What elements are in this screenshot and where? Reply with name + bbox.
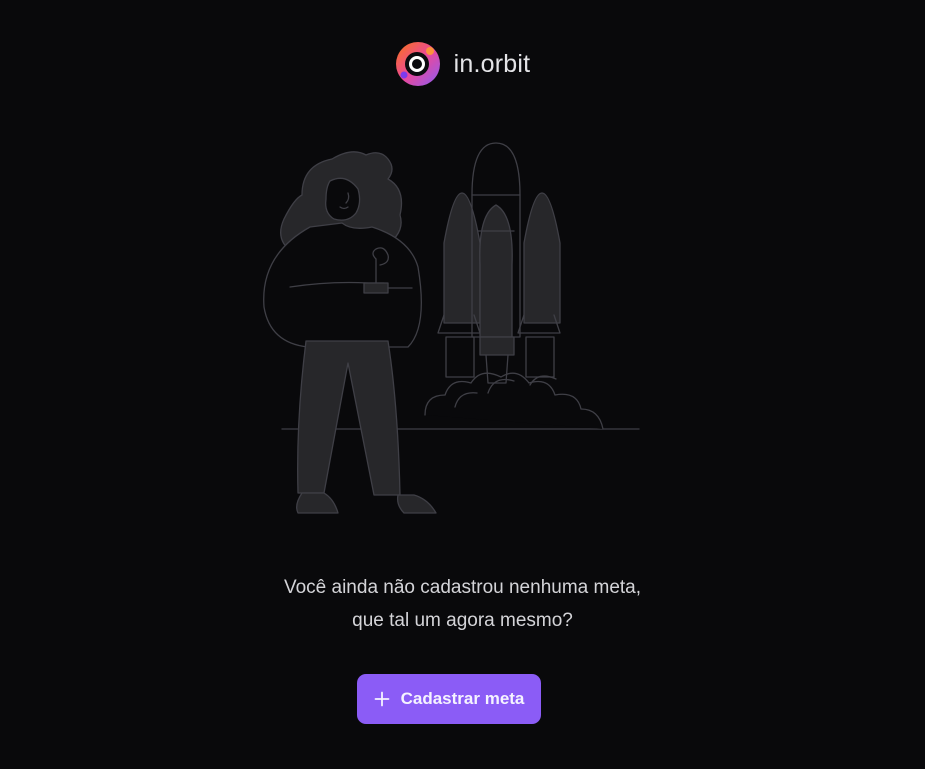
orbit-logo-icon <box>395 42 440 86</box>
brand-name: in.orbit <box>453 49 531 78</box>
empty-state-message: Você ainda não cadastrou nenhuma meta, q… <box>0 571 925 637</box>
empty-state-line-2: que tal um agora mesmo? <box>352 610 573 631</box>
empty-state-line-1: Você ainda não cadastrou nenhuma meta, <box>283 577 642 598</box>
plus-icon <box>374 691 390 707</box>
woman-launching-rocket-illustration <box>263 142 640 514</box>
app-page: in.orbit Você ainda não cadastrou nenhum… <box>0 0 925 769</box>
create-goal-button[interactable]: Cadastrar meta <box>357 674 541 724</box>
create-goal-label: Cadastrar meta <box>400 689 525 708</box>
brand-header: in.orbit <box>0 41 925 87</box>
